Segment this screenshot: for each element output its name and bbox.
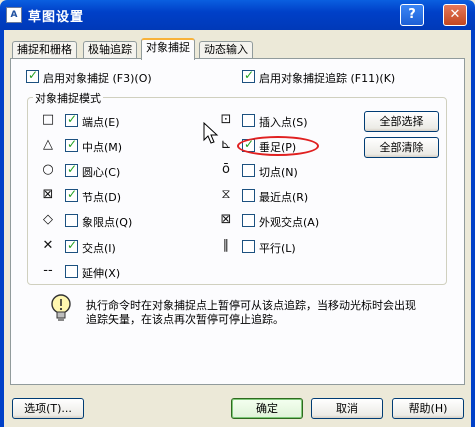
tab-object-snap[interactable]: 对象捕捉 bbox=[141, 38, 195, 60]
nearest-label: 最近点(R) bbox=[259, 191, 309, 204]
midpoint-label: 中点(M) bbox=[82, 141, 123, 154]
title-bar: A 草图设置 ? ✕ bbox=[0, 0, 475, 30]
ok-button[interactable]: 确定 bbox=[231, 398, 303, 419]
autocad-icon: A bbox=[6, 7, 22, 23]
intersection-label: 交点(I) bbox=[82, 242, 116, 255]
extension-label: 延伸(X) bbox=[82, 267, 121, 280]
intersection-checkbox[interactable] bbox=[65, 238, 78, 253]
enable-osnap-checkbox[interactable] bbox=[26, 68, 39, 83]
tangent-label: 切点(N) bbox=[259, 166, 298, 179]
parallel-checkbox[interactable] bbox=[242, 240, 255, 253]
lightbulb-icon bbox=[51, 294, 71, 321]
mouse-cursor-icon bbox=[203, 122, 219, 144]
midpoint-icon: △ bbox=[43, 137, 53, 152]
close-icon[interactable]: ✕ bbox=[443, 4, 467, 26]
parallel-label: 平行(L) bbox=[259, 242, 296, 255]
center-label: 圆心(C) bbox=[82, 166, 121, 179]
quadrant-checkbox[interactable] bbox=[65, 214, 78, 227]
center-icon: ○ bbox=[42, 162, 54, 177]
quadrant-icon: ◇ bbox=[43, 212, 53, 227]
tangent-icon: ō bbox=[222, 162, 230, 177]
options-button[interactable]: 选项(T)... bbox=[12, 398, 84, 419]
select-all-button[interactable]: 全部选择 bbox=[364, 111, 439, 132]
insertion-checkbox[interactable] bbox=[242, 114, 255, 127]
apparent-intersection-checkbox[interactable] bbox=[242, 214, 255, 227]
center-checkbox[interactable] bbox=[65, 162, 78, 177]
enable-osnap-label: 启用对象捕捉 (F3)(O) bbox=[43, 72, 152, 85]
node-icon: ⊠ bbox=[42, 187, 54, 202]
info-text: 执行命令时在对象捕捉点上暂停可从该点追踪，当移动光标时会出现追踪矢量，在该点再次… bbox=[86, 299, 416, 326]
quadrant-label: 象限点(Q) bbox=[82, 216, 133, 229]
apparent-intersection-label: 外观交点(A) bbox=[259, 216, 320, 229]
cancel-button[interactable]: 取消 bbox=[311, 398, 383, 419]
tab-polar-tracking[interactable]: 极轴追踪 bbox=[83, 41, 137, 59]
endpoint-icon: □ bbox=[41, 112, 55, 127]
clear-all-button[interactable]: 全部清除 bbox=[364, 137, 439, 158]
insertion-icon: ⊡ bbox=[220, 112, 232, 127]
help-icon[interactable]: ? bbox=[400, 4, 424, 26]
node-checkbox[interactable] bbox=[65, 187, 78, 202]
nearest-checkbox[interactable] bbox=[242, 189, 255, 202]
insertion-label: 插入点(S) bbox=[259, 116, 308, 129]
extension-icon: ‐‐ bbox=[43, 263, 53, 278]
enable-tracking-label: 启用对象捕捉追踪 (F11)(K) bbox=[259, 72, 396, 85]
tab-snap-grid[interactable]: 捕捉和栅格 bbox=[12, 41, 77, 59]
window-frame-left bbox=[0, 30, 4, 427]
window-frame-right bbox=[471, 30, 475, 427]
node-label: 节点(D) bbox=[82, 191, 122, 204]
intersection-icon: ✕ bbox=[42, 238, 54, 253]
help-button[interactable]: 帮助(H) bbox=[392, 398, 464, 419]
endpoint-checkbox[interactable] bbox=[65, 112, 78, 127]
endpoint-label: 端点(E) bbox=[82, 116, 120, 129]
tangent-checkbox[interactable] bbox=[242, 164, 255, 177]
perpendicular-icon: ⊾ bbox=[220, 137, 232, 152]
enable-tracking-checkbox[interactable] bbox=[242, 68, 255, 83]
osnap-modes-title: 对象捕捉模式 bbox=[33, 90, 103, 106]
midpoint-checkbox[interactable] bbox=[65, 137, 78, 152]
window-title: 草图设置 bbox=[28, 10, 85, 25]
apparent-intersection-icon: ⊠ bbox=[220, 212, 232, 227]
parallel-icon: ∥ bbox=[222, 238, 230, 253]
nearest-icon: ⧖ bbox=[221, 187, 231, 202]
tab-dynamic-input[interactable]: 动态输入 bbox=[199, 41, 253, 59]
highlight-ellipse bbox=[237, 136, 319, 156]
extension-checkbox[interactable] bbox=[65, 265, 78, 278]
